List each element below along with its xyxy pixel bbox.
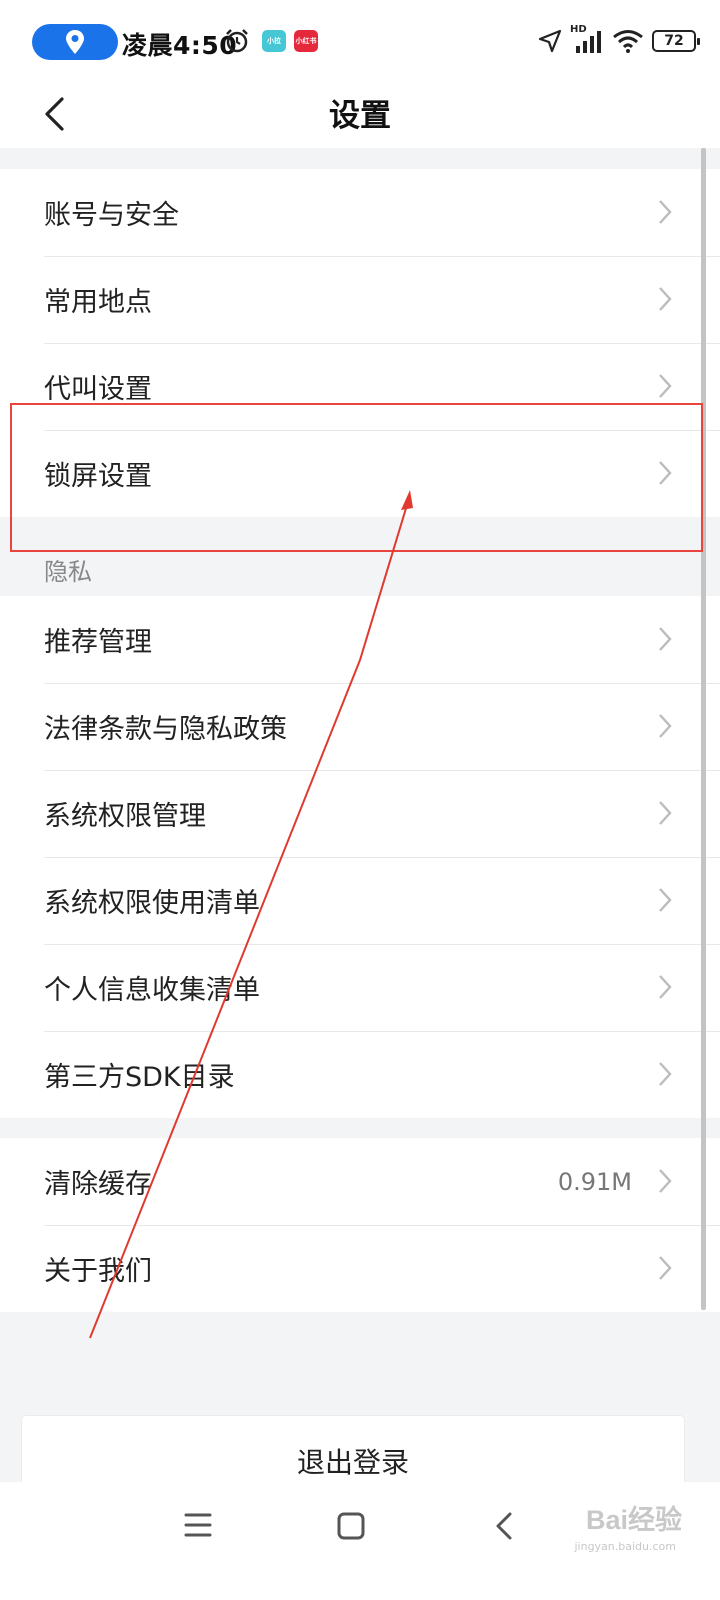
chevron-right-icon (659, 1256, 672, 1280)
settings-item-lock-screen[interactable]: 锁屏设置 (0, 430, 720, 517)
settings-item-label: 常用地点 (44, 287, 152, 318)
settings-group-general: 账号与安全 常用地点 代叫设置 锁屏设置 (0, 169, 720, 517)
alarm-icon (226, 29, 248, 53)
home-square-icon[interactable] (337, 1512, 365, 1540)
chevron-right-icon (659, 801, 672, 825)
settings-item-label: 系统权限管理 (44, 801, 206, 832)
watermark-url: jingyan.baidu.com (574, 1540, 676, 1553)
settings-item-label: 法律条款与隐私政策 (44, 714, 287, 745)
settings-item-label: 关于我们 (44, 1256, 152, 1287)
scrollbar[interactable] (701, 148, 706, 1310)
settings-group-misc: 清除缓存 0.91M 关于我们 (0, 1138, 720, 1312)
settings-item-label: 系统权限使用清单 (44, 888, 260, 919)
app-header: 设置 (0, 84, 720, 148)
status-right-group: HD 72 (538, 24, 700, 54)
location-pin-icon (66, 30, 84, 54)
settings-item-recommendation[interactable]: 推荐管理 (0, 596, 720, 683)
xiaohongshu-app-badge: 小红书 (294, 30, 318, 52)
xiaoban-app-badge: 小拉 (262, 30, 286, 52)
settings-item-label: 锁屏设置 (44, 461, 152, 492)
menu-icon[interactable] (184, 1512, 212, 1538)
page-title: 设置 (329, 98, 391, 134)
settings-group-privacy: 推荐管理 法律条款与隐私政策 系统权限管理 系统权限使用清单 个人信息收集清单 … (0, 596, 720, 1118)
chevron-right-icon (659, 627, 672, 651)
chevron-right-icon (659, 975, 672, 999)
chevron-right-icon (659, 888, 672, 912)
settings-item-label: 账号与安全 (44, 200, 179, 231)
settings-item-label: 推荐管理 (44, 627, 152, 658)
cache-size-value: 0.91M (557, 1167, 632, 1196)
navigation-arrow-icon (538, 29, 562, 53)
settings-item-label: 代叫设置 (44, 374, 152, 405)
chevron-right-icon (659, 374, 672, 398)
settings-item-label: 个人信息收集清单 (44, 975, 260, 1006)
settings-item-legal-privacy[interactable]: 法律条款与隐私政策 (0, 683, 720, 770)
settings-item-third-party-sdk[interactable]: 第三方SDK目录 (0, 1031, 720, 1118)
settings-item-permission-usage[interactable]: 系统权限使用清单 (0, 857, 720, 944)
settings-item-common-places[interactable]: 常用地点 (0, 256, 720, 343)
location-pill[interactable] (32, 24, 118, 60)
settings-item-proxy-call[interactable]: 代叫设置 (0, 343, 720, 430)
chevron-right-icon (659, 287, 672, 311)
back-icon[interactable] (494, 1512, 514, 1540)
settings-item-account-security[interactable]: 账号与安全 (0, 169, 720, 256)
chevron-right-icon (659, 461, 672, 485)
battery-level: 72 (664, 33, 684, 49)
battery-icon: 72 (652, 30, 700, 52)
section-label-privacy: 隐私 (44, 558, 92, 586)
settings-item-label: 第三方SDK目录 (44, 1062, 235, 1093)
chevron-right-icon (659, 1062, 672, 1086)
status-bar: 凌晨4:50 小拉 小红书 HD 72 (0, 0, 720, 84)
wifi-icon (613, 30, 643, 53)
settings-item-label: 清除缓存 (44, 1169, 152, 1200)
chevron-right-icon (659, 1169, 672, 1193)
chevron-right-icon (659, 714, 672, 738)
settings-item-permissions[interactable]: 系统权限管理 (0, 770, 720, 857)
signal-icon: HD (570, 24, 604, 54)
settings-item-clear-cache[interactable]: 清除缓存 0.91M (0, 1138, 720, 1225)
status-time: 凌晨4:50 (122, 31, 238, 60)
settings-item-personal-info[interactable]: 个人信息收集清单 (0, 944, 720, 1031)
chevron-right-icon (659, 200, 672, 224)
settings-item-about-us[interactable]: 关于我们 (0, 1225, 720, 1312)
watermark-logo: Bai经验 (585, 1505, 682, 1535)
